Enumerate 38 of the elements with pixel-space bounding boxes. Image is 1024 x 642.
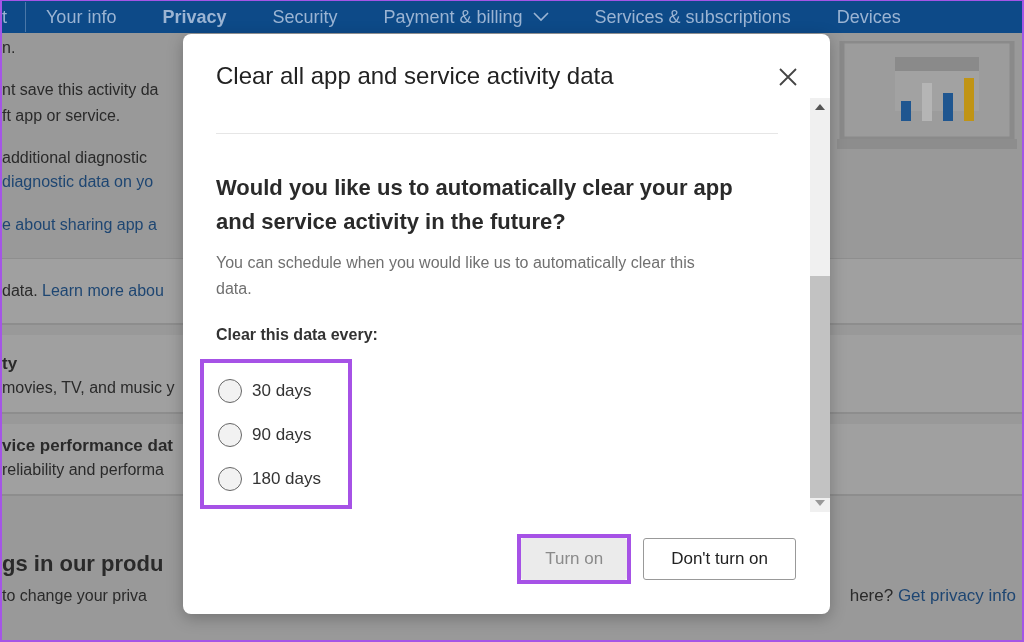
scroll-up-arrow-icon[interactable] <box>815 104 825 110</box>
body-text: here? <box>849 586 895 605</box>
nav-tab[interactable]: Devices <box>836 6 901 28</box>
section-heading: gs in our produ <box>2 551 164 576</box>
body-text: additional diagnostic <box>2 149 147 166</box>
link[interactable]: e about sharing app a <box>2 216 157 233</box>
dialog-button[interactable]: Don't turn on <box>643 538 796 580</box>
option-label[interactable]: 90 days <box>252 425 312 445</box>
body-text: nt save this activity da <box>2 81 159 98</box>
body-text: data. <box>2 282 39 299</box>
card-title: ty <box>2 354 18 373</box>
scroll-down-arrow-icon[interactable] <box>815 500 825 506</box>
body-text: ft app or service. <box>2 107 121 124</box>
dialog-title: Clear all app and service activity data <box>216 62 614 90</box>
link[interactable]: Learn more abou <box>42 282 164 299</box>
body-text: movies, TV, and music y <box>2 379 175 396</box>
dialog-description: You can schedule when you would like us to automatically clear this data. <box>216 253 696 299</box>
nav-tab[interactable]: Your info <box>46 6 117 28</box>
option-label[interactable]: 30 days <box>252 381 312 401</box>
radio-button[interactable] <box>218 467 242 491</box>
link[interactable]: Get privacy info <box>897 586 1016 605</box>
radio-button[interactable] <box>218 379 242 403</box>
dialog-question: Would you like us to automatically clear your app and service activity in the future? <box>216 174 734 236</box>
body-text: reliability and performa <box>2 461 164 478</box>
option-label[interactable]: 180 days <box>252 469 321 489</box>
body-text: n. <box>2 39 16 56</box>
link[interactable]: diagnostic data on yo <box>2 173 154 190</box>
nav-tab[interactable]: Services & subscriptions <box>594 6 791 28</box>
nav-tab[interactable]: Payment & billing <box>383 6 549 28</box>
radio-button[interactable] <box>218 423 242 447</box>
nav-tab[interactable]: Security <box>272 6 338 28</box>
card-title: vice performance dat <box>2 436 173 455</box>
scrollbar[interactable] <box>810 98 830 512</box>
close-button[interactable] <box>779 68 797 86</box>
group-label: Clear this data every: <box>216 326 379 344</box>
body-text: to change your priva <box>2 587 147 604</box>
nav-tab[interactable]: Privacy <box>162 6 227 28</box>
nav-tab[interactable]: t <box>2 6 7 28</box>
